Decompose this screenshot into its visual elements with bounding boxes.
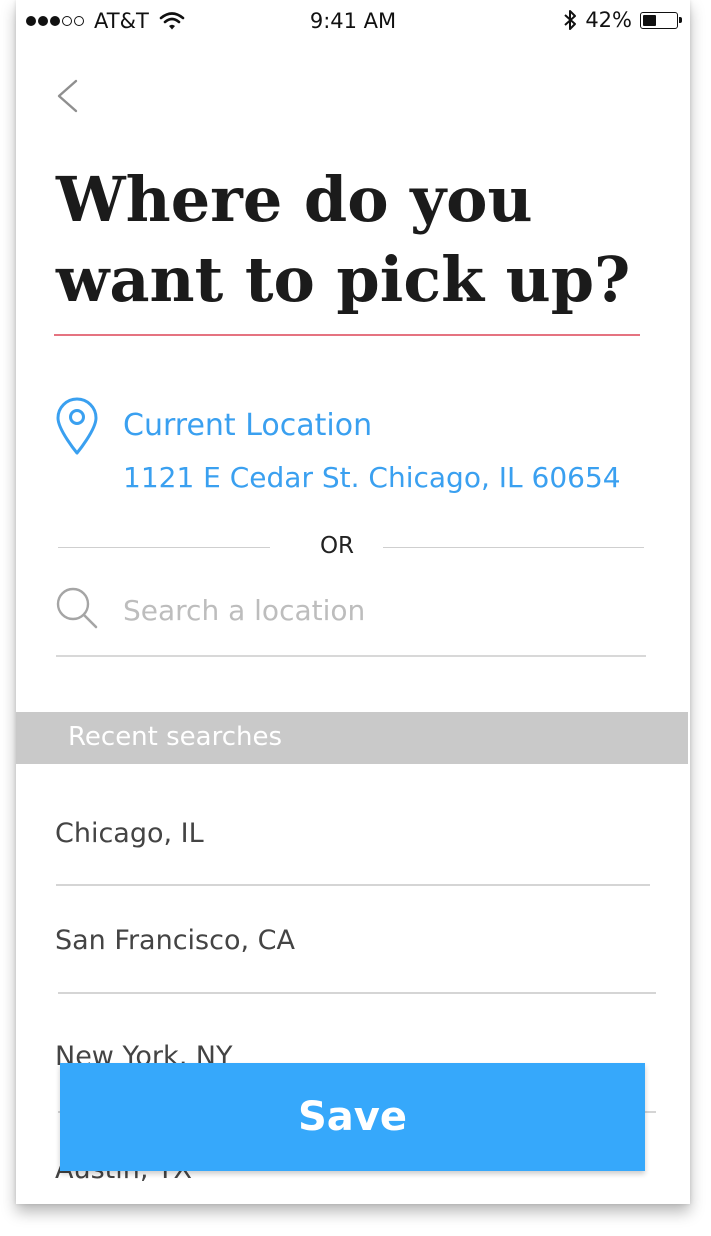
current-location-button[interactable]: Current Location xyxy=(123,408,372,443)
current-location-address[interactable]: 1121 E Cedar St. Chicago, IL 60654 xyxy=(123,461,621,494)
status-bar: AT&T 9:41 AM 42% xyxy=(16,0,690,44)
search-icon[interactable] xyxy=(54,585,102,633)
list-divider xyxy=(58,992,656,994)
bluetooth-icon xyxy=(564,10,577,30)
save-button[interactable]: Save xyxy=(60,1063,645,1171)
page-title: Where do you want to pick up? xyxy=(56,160,656,320)
or-divider-label: OR xyxy=(319,533,355,559)
chevron-left-icon[interactable] xyxy=(54,78,80,114)
or-divider-left xyxy=(58,547,270,548)
battery-percent: 42% xyxy=(585,8,632,32)
location-pin-icon[interactable] xyxy=(54,396,100,456)
recent-searches-header: Recent searches xyxy=(16,712,688,764)
phone-screen: AT&T 9:41 AM 42% Where do you want to pi… xyxy=(16,0,690,1204)
battery-icon xyxy=(640,11,682,29)
recent-item-chicago[interactable]: Chicago, IL xyxy=(55,818,204,849)
search-location-input[interactable] xyxy=(123,588,643,632)
recent-searches-label: Recent searches xyxy=(68,722,283,752)
page-title-line-1: Where do you xyxy=(56,163,533,236)
search-underline xyxy=(56,655,646,657)
list-divider xyxy=(56,884,650,886)
status-right: 42% xyxy=(563,8,682,32)
recent-item-san-francisco[interactable]: San Francisco, CA xyxy=(55,925,295,956)
title-underline xyxy=(54,334,640,336)
or-divider-right xyxy=(383,547,644,548)
page-title-line-2: want to pick up? xyxy=(56,243,631,316)
